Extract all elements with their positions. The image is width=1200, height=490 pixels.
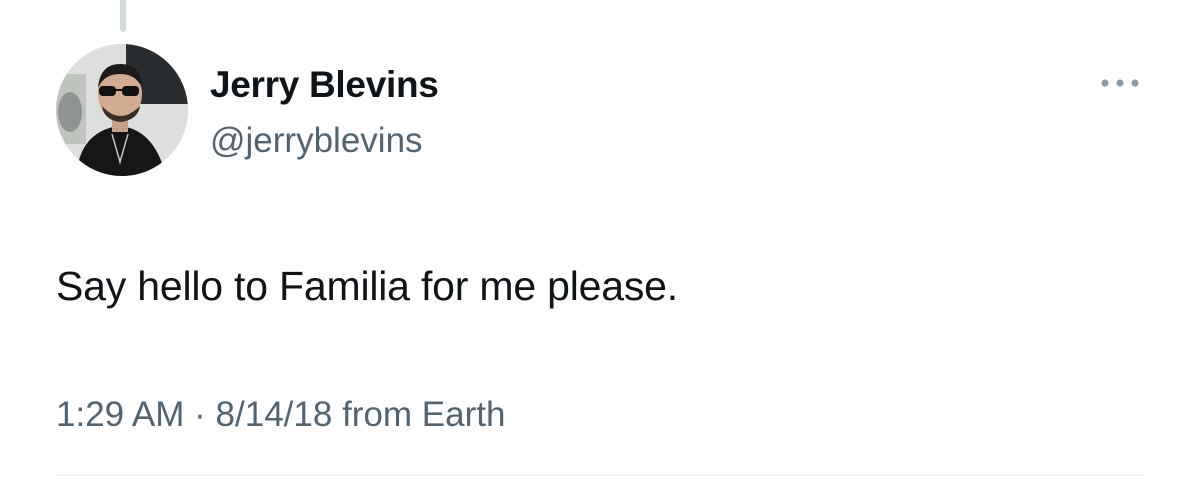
tweet-metadata: 1:29 AM · 8/14/18 from Earth [56, 392, 505, 438]
thread-connector-line [120, 0, 126, 32]
avatar-photo [56, 44, 188, 176]
tweet-date[interactable]: 8/14/18 [216, 395, 333, 434]
avatar[interactable] [56, 44, 188, 176]
divider [56, 474, 1144, 476]
more-options-button[interactable] [1094, 66, 1146, 100]
more-horizontal-icon [1101, 79, 1139, 87]
tweet-text: Say hello to Familia for me please. [56, 263, 678, 309]
tweet-time[interactable]: 1:29 AM [56, 395, 184, 434]
author-handle[interactable]: @jerryblevins [210, 118, 423, 164]
author-display-name[interactable]: Jerry Blevins [210, 62, 439, 108]
meta-separator: · [194, 395, 206, 434]
tweet-source: from Earth [342, 395, 506, 434]
